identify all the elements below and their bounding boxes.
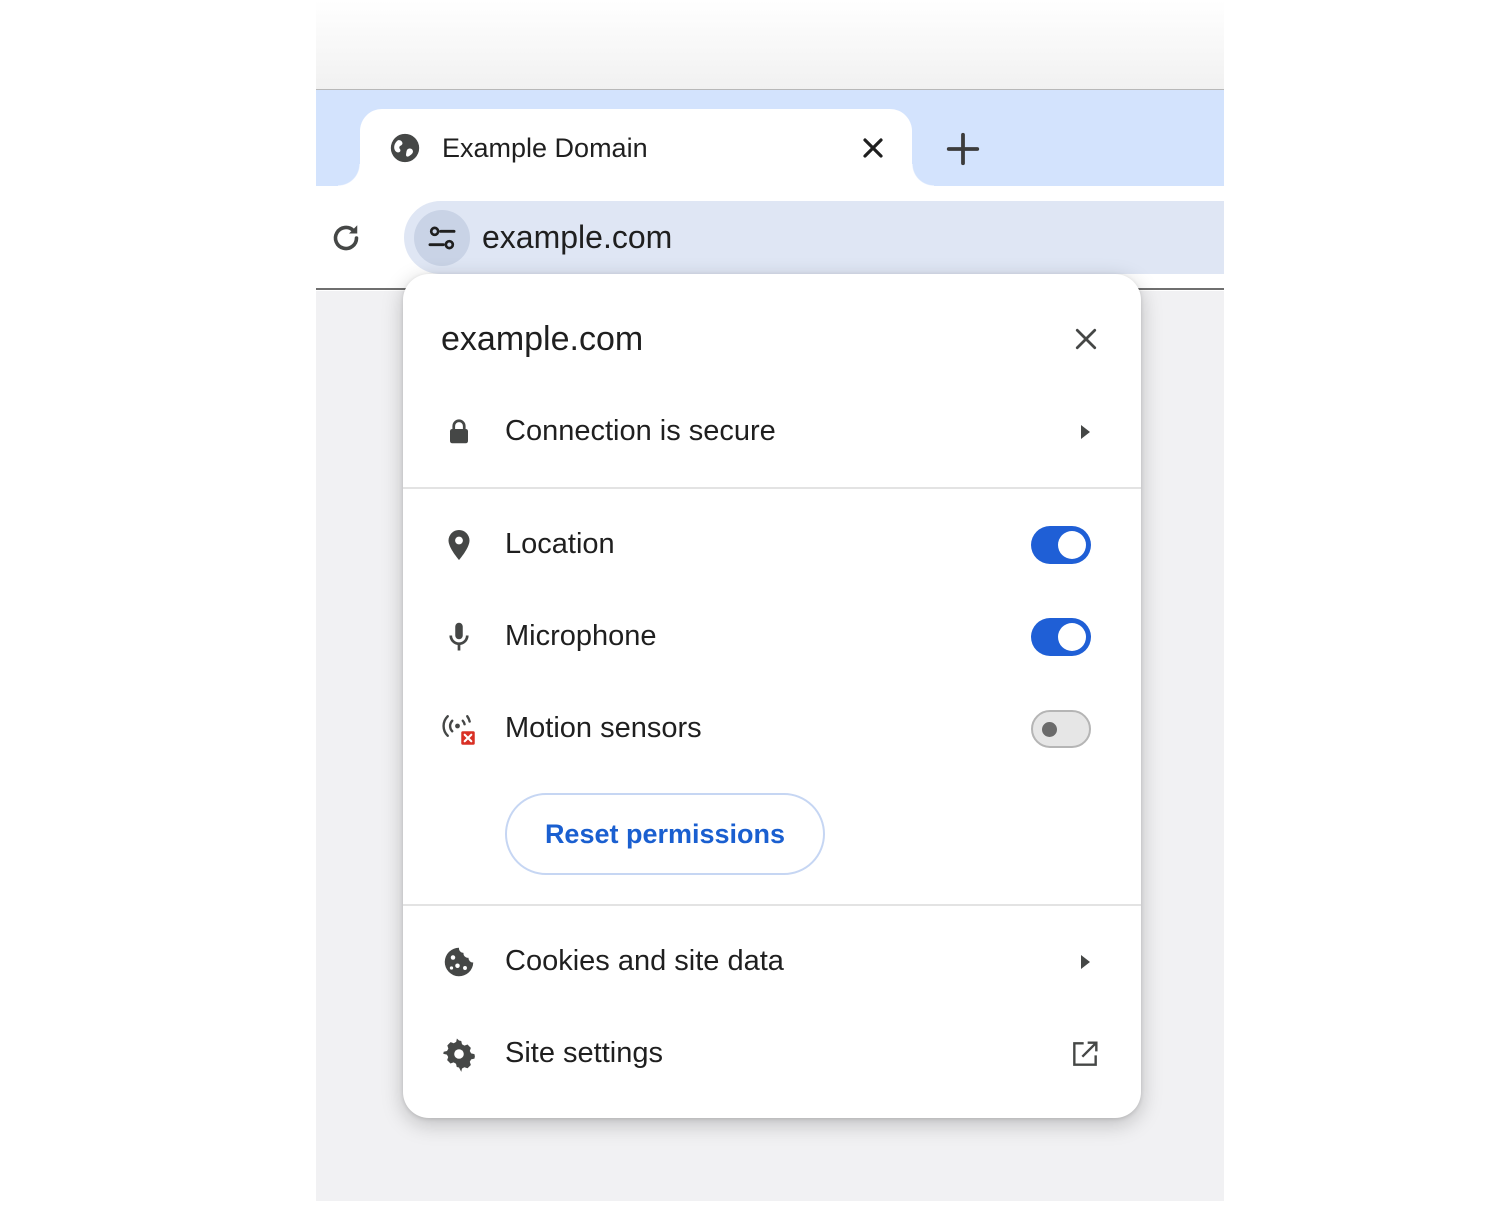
permission-label: Location	[505, 528, 615, 560]
connection-label: Connection is secure	[505, 415, 776, 447]
window-titlebar	[316, 0, 1224, 90]
microphone-icon	[449, 622, 469, 651]
close-icon[interactable]	[1071, 324, 1101, 354]
permission-label: Microphone	[505, 620, 657, 652]
site-info-button[interactable]	[414, 210, 470, 266]
toggle-knob	[1042, 722, 1057, 737]
tab-title: Example Domain	[442, 133, 648, 163]
microphone-toggle[interactable]	[1031, 618, 1091, 656]
caret-right-icon	[1081, 955, 1090, 969]
plus-icon[interactable]	[944, 130, 982, 168]
external-link-icon	[1073, 1041, 1098, 1066]
motion-sensors-blocked-icon	[442, 715, 475, 745]
cookies-row[interactable]: Cookies and site data	[403, 927, 1141, 997]
permission-label: Motion sensors	[505, 712, 702, 744]
permission-row-location[interactable]: Location	[403, 510, 1141, 580]
toggle-knob	[1058, 531, 1086, 559]
lock-icon	[450, 419, 468, 444]
site-settings-label: Site settings	[505, 1037, 663, 1069]
permission-row-microphone[interactable]: Microphone	[403, 602, 1141, 672]
cookies-label: Cookies and site data	[505, 945, 784, 977]
divider	[403, 487, 1141, 489]
close-icon[interactable]	[857, 132, 889, 164]
connection-row[interactable]: Connection is secure	[403, 397, 1141, 467]
site-settings-row[interactable]: Site settings	[403, 1019, 1141, 1089]
cookie-icon	[444, 947, 474, 977]
site-info-popup: example.com Connection is secure Locatio…	[403, 274, 1141, 1118]
location-pin-icon	[448, 530, 470, 560]
permission-row-motion-sensors[interactable]: Motion sensors	[403, 694, 1141, 764]
reset-permissions-button[interactable]: Reset permissions	[505, 793, 825, 875]
reload-icon[interactable]	[328, 220, 364, 256]
url-text[interactable]: example.com	[482, 219, 672, 256]
gear-icon	[443, 1038, 475, 1072]
globe-icon	[390, 133, 420, 163]
tune-icon	[428, 226, 456, 250]
divider	[403, 904, 1141, 906]
toggle-knob	[1058, 623, 1086, 651]
popup-title: example.com	[441, 320, 644, 358]
motion-sensors-toggle[interactable]	[1031, 710, 1091, 748]
location-toggle[interactable]	[1031, 526, 1091, 564]
caret-right-icon	[1081, 425, 1090, 439]
